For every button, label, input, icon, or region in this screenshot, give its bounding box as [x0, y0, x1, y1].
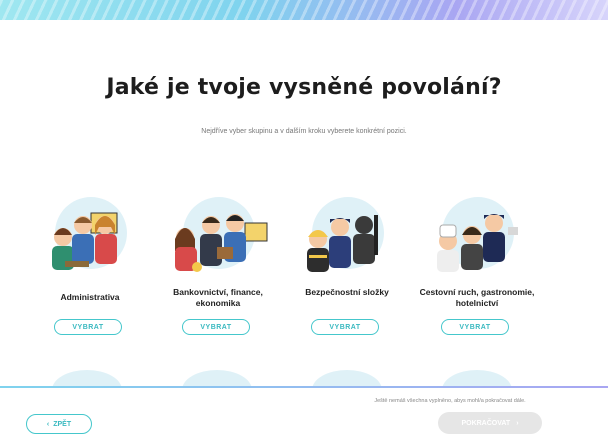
chevron-left-icon: ‹	[46, 420, 50, 428]
select-administrativa-button[interactable]: VYBRAT	[54, 319, 122, 335]
page-subtitle: Nejdříve vyber skupinu a v dalším kroku …	[201, 128, 407, 135]
category-label: Administrativa	[60, 292, 120, 302]
select-bezpecnostni-button[interactable]: VYBRAT	[311, 319, 379, 335]
continue-button[interactable]: POKRAČOVAT ›	[438, 412, 542, 434]
office-workers-illustration	[52, 212, 118, 270]
footer-note: Ještě nemáš všechna vyplněno, abys mohl/…	[374, 398, 526, 404]
select-bankovnictvi-button[interactable]: VYBRAT	[182, 319, 250, 335]
back-button-label: ZPĚT	[53, 420, 72, 428]
category-label: Bankovnictví, finance, ekonomika	[173, 287, 263, 308]
continue-button-label: POKRAČOVAT	[461, 419, 511, 427]
security-forces-illustration	[307, 215, 378, 272]
page-title: Jaké je tvoje vysněné povolání?	[106, 75, 502, 100]
select-cestovni-ruch-button[interactable]: VYBRAT	[441, 319, 509, 335]
bankers-illustration	[175, 214, 268, 272]
category-grid: Administrativa VYBRAT Bankovnictví, fina…	[0, 195, 608, 345]
back-button[interactable]: ‹ ZPĚT	[26, 414, 92, 434]
category-label: Bezpečnostní složky	[305, 287, 389, 297]
top-decorative-stripe	[0, 0, 608, 20]
footer-divider	[0, 386, 608, 388]
category-label: Cestovní ruch, gastronomie, hotelnictví	[419, 287, 535, 308]
chevron-right-icon: ›	[516, 419, 519, 427]
tourism-staff-illustration	[437, 214, 518, 272]
